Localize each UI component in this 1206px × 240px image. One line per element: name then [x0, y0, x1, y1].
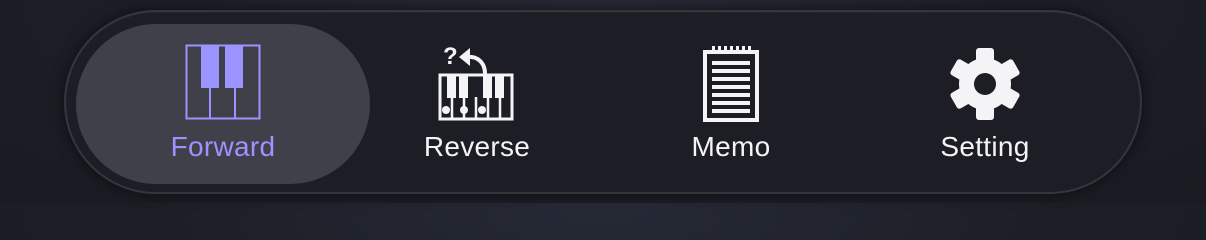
notepad-icon [703, 46, 759, 122]
bottom-tab-bar: Forward ? Reverse Memo Setting [64, 10, 1142, 194]
tab-memo[interactable]: Memo [584, 24, 878, 184]
piano-keys-icon [185, 44, 261, 120]
tab-forward-label: Forward [170, 131, 276, 162]
tab-forward[interactable]: Forward [76, 24, 370, 184]
tab-setting[interactable]: Setting [838, 24, 1132, 184]
piano-reverse-question-icon: ? [438, 43, 514, 121]
tab-memo-label: Memo [691, 131, 771, 162]
question-mark-glyph: ? [443, 43, 458, 70]
tab-setting-label: Setting [940, 131, 1030, 162]
gear-icon [950, 48, 1020, 120]
tab-reverse-label: Reverse [423, 131, 531, 162]
tab-reverse[interactable]: ? Reverse [330, 24, 624, 184]
